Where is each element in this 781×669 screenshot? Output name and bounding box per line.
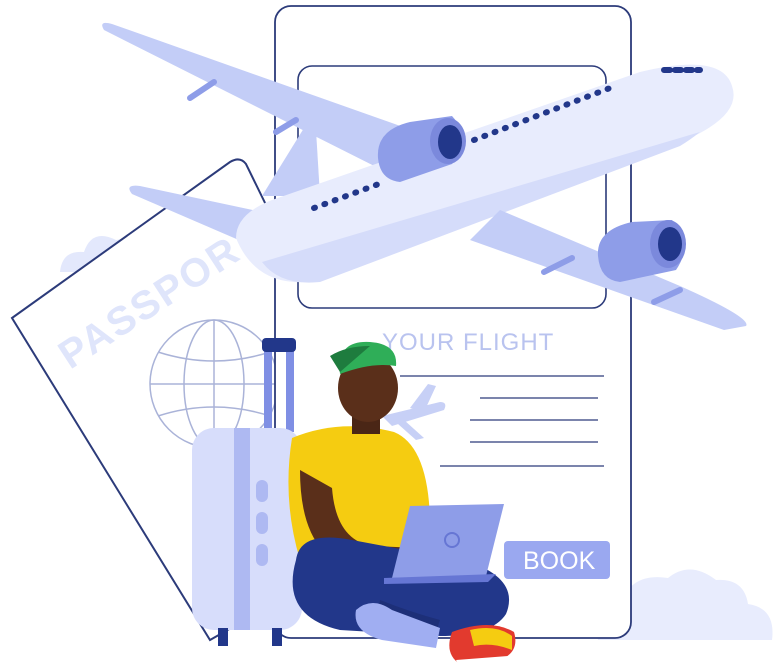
book-button-label: BOOK [523,547,596,575]
travel-booking-illustration: PASSPOR YOUR FLIGHT BOOK [0,0,781,669]
book-button[interactable]: BOOK [504,541,610,579]
illustration-canvas: PASSPOR YOUR FLIGHT BOOK [10,5,773,668]
phone-heading: YOUR FLIGHT [382,329,554,356]
